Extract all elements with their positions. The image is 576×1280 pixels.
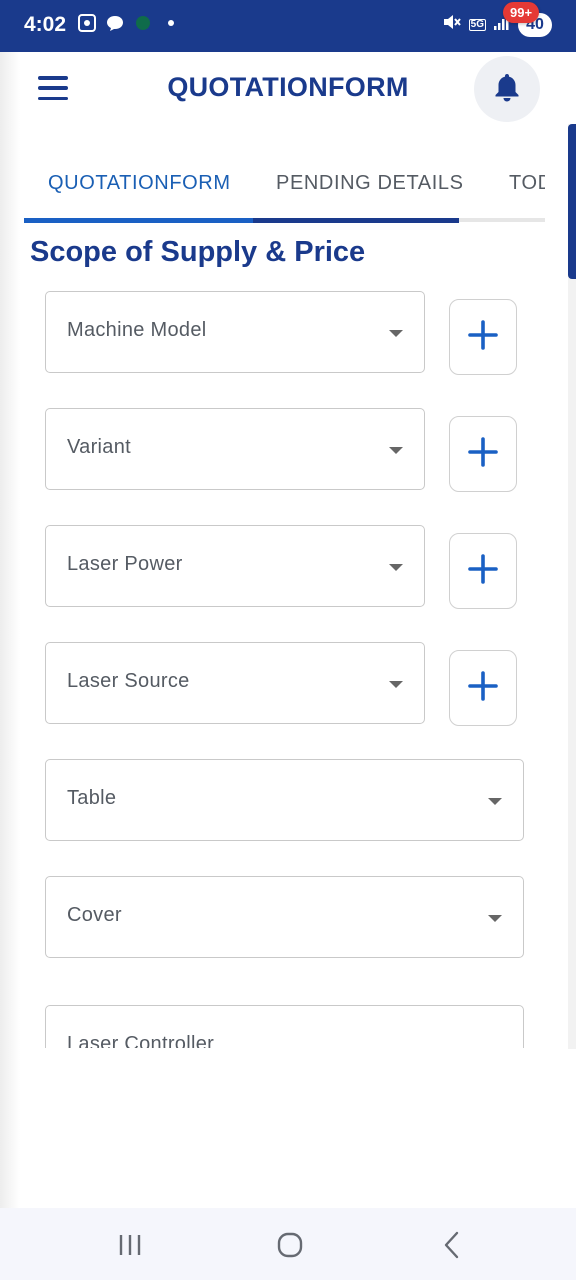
- select-label: Laser Source: [67, 670, 190, 692]
- add-machine-model-button[interactable]: [449, 299, 517, 375]
- section-title: Scope of Supply & Price: [30, 236, 366, 268]
- back-button[interactable]: [432, 1230, 472, 1260]
- app-screen: 4:02 5G 40 QUOTATIONFORM 99+ QUOTATIONFO…: [0, 0, 576, 1280]
- select-label: Table: [67, 787, 117, 809]
- app-dot-icon: [134, 14, 152, 37]
- bell-icon: [493, 72, 521, 107]
- laser-source-select[interactable]: Laser Source: [45, 642, 425, 724]
- variant-select[interactable]: Variant: [45, 408, 425, 490]
- screenshot-icon: [78, 14, 96, 37]
- tab-bar: QUOTATIONFORM PENDING DETAILS TOD: [24, 160, 545, 226]
- recent-apps-button[interactable]: [110, 1230, 150, 1260]
- select-label: Machine Model: [67, 319, 207, 341]
- home-button[interactable]: [270, 1230, 310, 1260]
- plus-icon: [467, 670, 499, 707]
- add-laser-power-button[interactable]: [449, 533, 517, 609]
- laser-power-select[interactable]: Laser Power: [45, 525, 425, 607]
- plus-icon: [467, 436, 499, 473]
- system-navigation-bar: [0, 1208, 576, 1280]
- select-label: Cover: [67, 904, 122, 926]
- chat-bubble-icon: [106, 14, 124, 37]
- status-bar: 4:02 5G 40: [0, 0, 576, 52]
- select-label: Laser Power: [67, 553, 183, 575]
- notification-count-badge: 99+: [503, 2, 540, 23]
- caret-down-icon: [389, 330, 403, 337]
- caret-down-icon: [488, 798, 502, 805]
- cover-select[interactable]: Cover: [45, 876, 524, 958]
- caret-down-icon: [389, 681, 403, 688]
- tab-quotationform[interactable]: QUOTATIONFORM: [48, 172, 231, 195]
- select-label: Laser Controller: [67, 1033, 215, 1048]
- scrollbar-thumb[interactable]: [568, 124, 576, 279]
- tab-tod[interactable]: TOD: [509, 172, 545, 195]
- machine-model-select[interactable]: Machine Model: [45, 291, 425, 373]
- network-type-5g: 5G: [468, 18, 486, 31]
- tab-pending-details[interactable]: PENDING DETAILS: [276, 172, 464, 195]
- tab-scroll-indicator: [253, 218, 459, 223]
- status-time: 4:02: [24, 13, 67, 36]
- scope-of-supply-form: Machine Model Variant Laser Power Laser …: [0, 280, 568, 1048]
- caret-down-icon: [389, 447, 403, 454]
- add-variant-button[interactable]: [449, 416, 517, 492]
- laser-controller-select[interactable]: Laser Controller: [45, 1005, 524, 1048]
- status-notification-icons: [78, 14, 180, 37]
- table-select[interactable]: Table: [45, 759, 524, 841]
- plus-icon: [467, 319, 499, 356]
- tab-active-indicator: [24, 218, 253, 223]
- select-label: Variant: [67, 436, 131, 458]
- plus-icon: [467, 553, 499, 590]
- caret-down-icon: [488, 915, 502, 922]
- caret-down-icon: [389, 564, 403, 571]
- notifications-button[interactable]: [474, 56, 540, 122]
- more-dot-icon: [162, 14, 180, 37]
- mute-icon: [442, 12, 462, 37]
- add-laser-source-button[interactable]: [449, 650, 517, 726]
- app-header: QUOTATIONFORM: [0, 52, 576, 128]
